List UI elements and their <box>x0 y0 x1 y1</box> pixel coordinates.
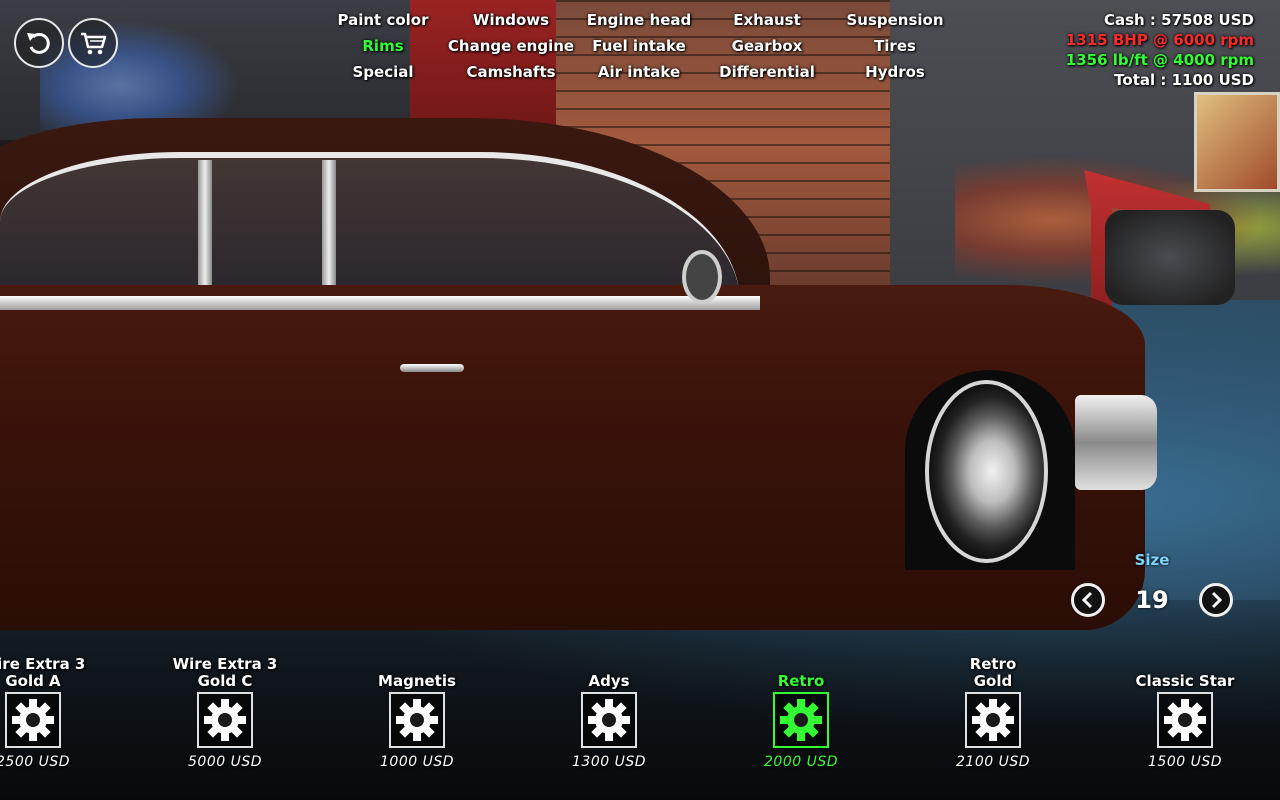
gear-icon <box>1164 699 1206 741</box>
rim-thumbnail[interactable] <box>389 692 445 748</box>
power-display: 1315 BHP @ 6000 rpm <box>1065 31 1254 49</box>
rim-option[interactable]: Wire Extra 3 Gold A 2500 USD <box>0 650 128 771</box>
cart-icon <box>81 32 107 55</box>
gear-icon <box>396 699 438 741</box>
gear-icon <box>12 699 54 741</box>
rim-name-line2: Adys <box>588 672 630 690</box>
rim-name-line2: Retro <box>777 672 825 690</box>
menu-exhaust[interactable]: Exhaust <box>733 11 801 29</box>
rim-name-line2: Magnetis <box>378 672 456 690</box>
gear-icon <box>204 699 246 741</box>
menu-gearbox[interactable]: Gearbox <box>732 37 803 55</box>
rim-name-line1: Wire Extra 3 <box>0 655 86 673</box>
menu-paint-color[interactable]: Paint color <box>338 11 429 29</box>
menu-special[interactable]: Special <box>352 63 413 81</box>
rim-thumbnail[interactable] <box>773 692 829 748</box>
menu-windows[interactable]: Windows <box>473 11 549 29</box>
rim-name: Magnetis <box>378 650 456 690</box>
undo-icon <box>27 32 50 54</box>
rim-name-line2: Classic Star <box>1135 672 1235 690</box>
rim-name: Retro Gold <box>970 650 1017 690</box>
rim-name: Adys <box>588 650 629 690</box>
wall-poster <box>1194 92 1280 192</box>
rim-name: Classic Star <box>1136 650 1235 690</box>
gear-icon <box>780 699 822 741</box>
size-value: 19 <box>1135 586 1169 614</box>
door-handle <box>400 364 464 372</box>
torque-display: 1356 lb/ft @ 4000 rpm <box>1065 51 1254 69</box>
menu-air-intake[interactable]: Air intake <box>598 63 680 81</box>
menu-suspension[interactable]: Suspension <box>846 11 943 29</box>
menu-rims[interactable]: Rims <box>362 37 403 55</box>
rim-price: 5000 USD <box>188 754 262 770</box>
rim-name-line2: Gold <box>973 672 1013 690</box>
menu-hydros[interactable]: Hydros <box>865 63 925 81</box>
cash-display: Cash : 57508 USD <box>1103 11 1254 29</box>
engine-block <box>1105 210 1235 305</box>
rim-thumbnail[interactable] <box>5 692 61 748</box>
chrome-bumper <box>1075 395 1157 490</box>
rim-price: 2000 USD <box>764 754 838 770</box>
menu-differential[interactable]: Differential <box>719 63 815 81</box>
menu-camshafts[interactable]: Camshafts <box>466 63 555 81</box>
rim-option[interactable]: Retro Gold 2100 USD <box>898 650 1088 771</box>
rim-name-line1: Wire Extra 3 <box>172 655 278 673</box>
rim-price: 1000 USD <box>380 754 454 770</box>
rim-name-line1: Retro <box>969 655 1017 673</box>
rim-option[interactable]: Magnetis 1000 USD <box>322 650 512 771</box>
rim-name: Wire Extra 3 Gold C <box>173 650 278 690</box>
rim-name-line2: Gold C <box>197 672 253 690</box>
menu-change-engine[interactable]: Change engine <box>448 37 574 55</box>
size-decrease-button[interactable] <box>1071 583 1105 617</box>
gear-icon <box>588 699 630 741</box>
rim-thumbnail[interactable] <box>1157 692 1213 748</box>
menu-engine-head[interactable]: Engine head <box>587 11 692 29</box>
gear-icon <box>972 699 1014 741</box>
size-increase-button[interactable] <box>1199 583 1233 617</box>
total-display: Total : 1100 USD <box>1114 71 1254 89</box>
rim-name: Wire Extra 3 Gold A <box>0 650 85 690</box>
rim-thumbnail[interactable] <box>197 692 253 748</box>
size-label: Size <box>1134 551 1170 569</box>
rim-option[interactable]: Adys 1300 USD <box>514 650 704 771</box>
chrome-strip <box>0 296 760 310</box>
menu-tires[interactable]: Tires <box>874 37 916 55</box>
rim-option[interactable]: Classic Star 1500 USD <box>1090 650 1280 771</box>
rim-name: Retro <box>778 650 825 690</box>
chevron-right-icon <box>1211 591 1223 609</box>
rim-price: 2100 USD <box>956 754 1030 770</box>
rim-price: 1300 USD <box>572 754 646 770</box>
shop-button[interactable] <box>68 18 118 68</box>
rim-option[interactable]: Wire Extra 3 Gold C 5000 USD <box>130 650 320 771</box>
car-wheel <box>925 380 1048 563</box>
chevron-left-icon <box>1081 591 1093 609</box>
rim-option-selected[interactable]: Retro 2000 USD <box>706 650 896 771</box>
rim-thumbnail[interactable] <box>965 692 1021 748</box>
rim-price: 1500 USD <box>1148 754 1222 770</box>
back-button[interactable] <box>14 18 64 68</box>
rim-name-line2: Gold A <box>5 672 61 690</box>
menu-fuel-intake[interactable]: Fuel intake <box>592 37 686 55</box>
rim-price: 2500 USD <box>0 754 70 770</box>
side-mirror <box>682 250 722 304</box>
rim-thumbnail[interactable] <box>581 692 637 748</box>
